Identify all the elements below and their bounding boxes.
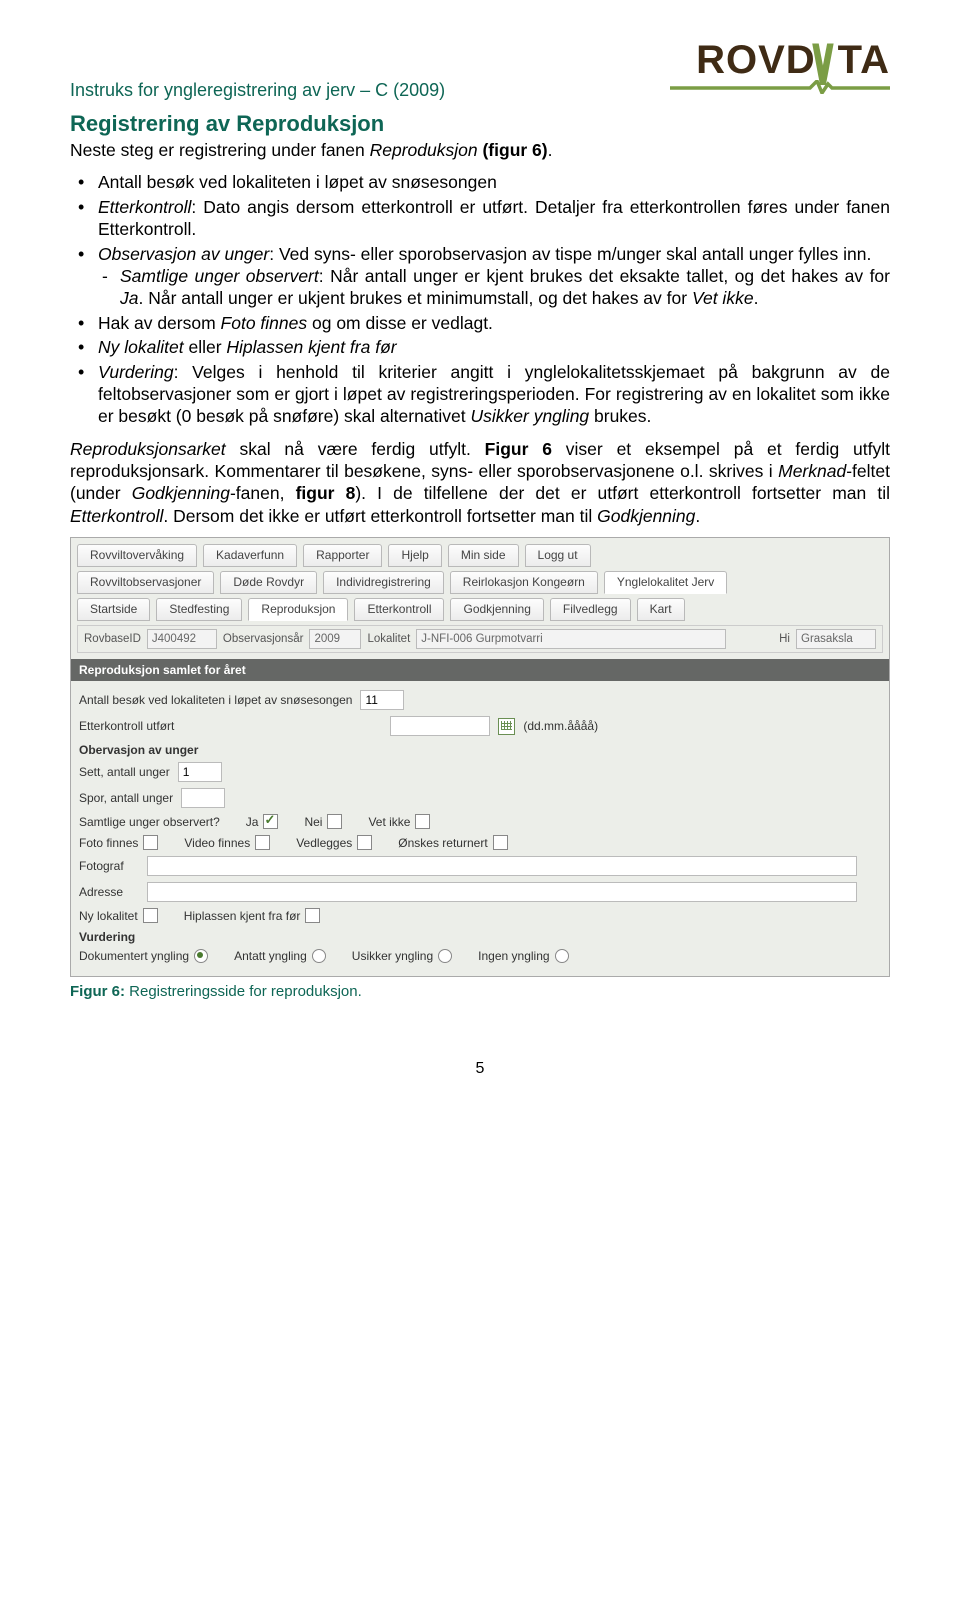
vedlegges-checkbox[interactable] [357,835,372,850]
tab-kart[interactable]: Kart [637,598,685,621]
tab-row-3: Startside Stedfesting Reproduksjon Etter… [77,598,883,621]
tab-row-2: Rovviltobservasjoner Døde Rovdyr Individ… [77,571,883,594]
onskes-returnert-label: Ønskes returnert [398,836,487,850]
logo-text: ROVD / \ TA [696,40,890,80]
paragraph: Reproduksjonsarket skal nå være ferdig u… [70,438,890,528]
hi-field [796,629,876,649]
tab-kadaverfunn[interactable]: Kadaverfunn [203,544,297,567]
samtlige-label: Samtlige unger observert? [79,815,220,829]
list-item: Antall besøk ved lokaliteten i løpet av … [98,171,890,193]
tab-etterkontroll[interactable]: Etterkontroll [354,598,444,621]
ny-lokalitet-label: Ny lokalitet [79,909,138,923]
foto-finnes-label: Foto finnes [79,836,138,850]
logo-underline [670,80,890,94]
list-item: Ny lokalitet eller Hiplassen kjent fra f… [98,336,890,358]
bullet-list: Antall besøk ved lokaliteten i løpet av … [70,171,890,427]
etterkontroll-label: Etterkontroll utført [79,719,174,733]
tab-row-1: Rovviltovervåking Kadaverfunn Rapporter … [77,544,883,567]
nei-checkbox[interactable] [327,814,342,829]
page-header: Instruks for yngleregistrering av jerv –… [70,40,890,101]
fotograf-field[interactable] [147,856,857,876]
calendar-icon[interactable] [498,718,515,735]
form-screenshot: Rovviltovervåking Kadaverfunn Rapporter … [70,537,890,977]
dokumentert-label: Dokumentert yngling [79,949,189,963]
tab-individregistrering[interactable]: Individregistrering [323,571,444,594]
list-item: Samtlige unger observert: Når antall ung… [120,265,890,310]
vetikke-label: Vet ikke [368,815,410,829]
ingen-radio[interactable] [555,949,569,963]
intro-line: Neste steg er registrering under fanen R… [70,139,890,161]
sett-field[interactable] [178,762,222,782]
tab-filvedlegg[interactable]: Filvedlegg [550,598,631,621]
heartbeat-icon [670,80,890,94]
tab-hjelp[interactable]: Hjelp [388,544,441,567]
hiplassen-label: Hiplassen kjent fra før [184,909,301,923]
hi-label: Hi [779,633,790,645]
obsaar-field [309,629,361,649]
tab-stedfesting[interactable]: Stedfesting [156,598,242,621]
ja-label: Ja [246,815,259,829]
tab-dode-rovdyr[interactable]: Døde Rovdyr [220,571,317,594]
obsaar-label: Observasjonsår [223,633,304,645]
usikker-label: Usikker yngling [352,949,433,963]
list-item: Observasjon av unger: Ved syns- eller sp… [98,243,890,310]
adresse-label: Adresse [79,885,139,899]
list-item: Etterkontroll: Dato angis dersom etterko… [98,196,890,241]
spor-field[interactable] [181,788,225,808]
onskes-returnert-checkbox[interactable] [493,835,508,850]
foto-finnes-checkbox[interactable] [143,835,158,850]
rovbaseid-label: RovbaseID [84,633,141,645]
tab-min-side[interactable]: Min side [448,544,519,567]
antall-besok-field[interactable] [360,690,404,710]
vetikke-checkbox[interactable] [415,814,430,829]
section-vurdering-heading: Vurdering [77,926,883,946]
dateformat-hint: (dd.mm.åååå) [523,719,598,733]
ingen-label: Ingen yngling [478,949,549,963]
rovbaseid-field [147,629,217,649]
tab-rovviltovervaking[interactable]: Rovviltovervåking [77,544,197,567]
antatt-radio[interactable] [312,949,326,963]
page-number: 5 [70,1060,890,1078]
hiplassen-checkbox[interactable] [305,908,320,923]
section-obs-heading: Obervasjon av unger [77,739,883,759]
usikker-radio[interactable] [438,949,452,963]
ny-lokalitet-checkbox[interactable] [143,908,158,923]
adresse-field[interactable] [147,882,857,902]
tab-rovviltobs[interactable]: Rovviltobservasjoner [77,571,214,594]
tab-logg-ut[interactable]: Logg ut [525,544,591,567]
doc-title: Instruks for yngleregistrering av jerv –… [70,40,445,101]
logo: ROVD / \ TA [670,40,890,94]
antatt-label: Antatt yngling [234,949,307,963]
section-band-reproduksjon: Reproduksjon samlet for året [71,659,889,681]
info-bar: RovbaseID Observasjonsår Lokalitet Hi [77,625,883,653]
figure-caption: Figur 6: Registreringsside for reproduks… [70,983,890,1000]
section-title: Registrering av Reproduksjon [70,111,890,137]
lokalitet-label: Lokalitet [367,633,410,645]
tab-reproduksjon[interactable]: Reproduksjon [248,598,348,621]
tab-startside[interactable]: Startside [77,598,150,621]
vedlegges-label: Vedlegges [296,836,352,850]
list-item: Vurdering: Velges i henhold til kriterie… [98,361,890,428]
nei-label: Nei [304,815,322,829]
tab-rapporter[interactable]: Rapporter [303,544,382,567]
list-item: Hak av dersom Foto finnes og om disse er… [98,312,890,334]
tab-reirlokasjon[interactable]: Reirlokasjon Kongeørn [450,571,598,594]
antall-besok-label: Antall besøk ved lokaliteten i løpet av … [79,693,352,707]
ja-checkbox[interactable] [263,814,278,829]
tab-godkjenning[interactable]: Godkjenning [450,598,543,621]
video-finnes-label: Video finnes [184,836,250,850]
sett-label: Sett, antall unger [79,765,170,779]
fotograf-label: Fotograf [79,859,139,873]
spor-label: Spor, antall unger [79,791,173,805]
video-finnes-checkbox[interactable] [255,835,270,850]
etterkontroll-date-field[interactable] [390,716,490,736]
tab-ynglelokalitet-jerv[interactable]: Ynglelokalitet Jerv [604,571,727,594]
lokalitet-field [416,629,726,649]
dokumentert-radio[interactable] [194,949,208,963]
